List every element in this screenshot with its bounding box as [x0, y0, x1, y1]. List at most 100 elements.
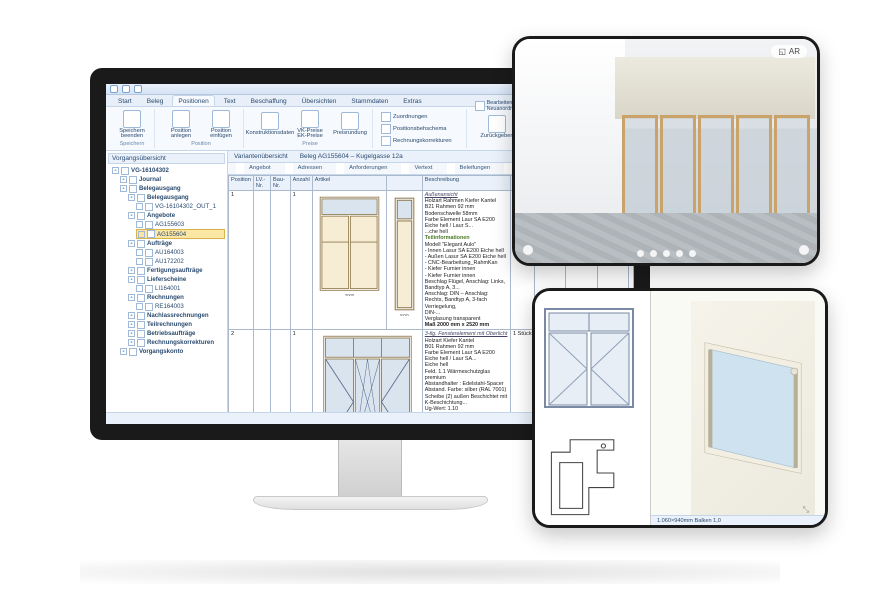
expand-icon[interactable] — [136, 221, 143, 228]
ribbon-tab-beschaffung[interactable]: Beschaffung — [245, 95, 293, 106]
cad-3d-panel[interactable]: ⤡ 1.060×940mm Balken 1,0 — [651, 291, 825, 525]
expand-icon[interactable]: - — [120, 348, 127, 355]
ribbon-tab-stammdaten[interactable]: Stammdaten — [345, 95, 394, 106]
tree-item[interactable]: - Rechnungen — [128, 293, 225, 302]
tree-item-label: Rechnungen — [147, 294, 184, 301]
expand-icon[interactable]: - — [112, 167, 119, 174]
cad-split: ⤡ 1.060×940mm Balken 1,0 — [535, 291, 825, 525]
expand-icon[interactable]: - — [128, 240, 135, 247]
expand-icon[interactable] — [136, 258, 143, 265]
konstruktionsdaten-button[interactable]: Konstruktionsdaten — [252, 112, 288, 137]
schema-icon — [381, 124, 391, 134]
tree-item[interactable]: RE164003 — [136, 302, 225, 311]
ribbon-tab-beleg[interactable]: Beleg — [141, 95, 170, 106]
qat-redo-icon[interactable] — [134, 85, 142, 93]
ribbon-tab-extras[interactable]: Extras — [397, 95, 427, 106]
tree-item[interactable]: -Rechnungskorrekturen — [128, 338, 225, 347]
tree-item[interactable]: -Journal — [120, 175, 225, 184]
zuordnungen-link[interactable]: Zuordnungen — [381, 112, 462, 122]
tree-item[interactable]: - Aufträge — [128, 239, 225, 248]
ar-photo[interactable]: ◱ AR — [515, 39, 817, 263]
tree-item-label: AG155603 — [155, 221, 184, 228]
doc-tab-vertext[interactable]: Vertext — [397, 163, 440, 174]
expand-icon[interactable]: - — [120, 185, 127, 192]
tree-item[interactable]: - Nachlassrechnungen — [128, 311, 225, 320]
drawing-preview: 2000 — [315, 192, 384, 296]
tree-item[interactable]: -Belegausgang — [128, 193, 225, 202]
expand-icon[interactable]: - — [128, 212, 135, 219]
column-header[interactable] — [386, 176, 422, 191]
preise-button[interactable]: VK-Preise EK-Preise — [292, 110, 328, 140]
tree-item[interactable]: AG155603 — [136, 220, 225, 229]
expand-icon[interactable]: - — [128, 321, 135, 328]
qat-undo-icon[interactable] — [122, 85, 130, 93]
return-icon — [488, 115, 506, 133]
expand-icon[interactable] — [136, 249, 143, 256]
ar-badge[interactable]: ◱ AR — [771, 45, 807, 58]
cad-2d-panel[interactable] — [535, 291, 651, 525]
expand-icon[interactable]: - — [128, 294, 135, 301]
expand-icon[interactable]: - — [128, 330, 135, 337]
expand-icon[interactable]: - — [128, 339, 135, 346]
column-header[interactable]: Artikel — [312, 176, 386, 191]
tree-item[interactable]: -Vorgangskonto — [120, 347, 225, 356]
cell-anzahl: 1 — [290, 330, 312, 412]
position-anlegen-button[interactable]: Position anlegen — [163, 110, 199, 140]
svg-text:2000: 2000 — [344, 293, 354, 295]
doc-title-left: Variantenübersicht — [234, 153, 288, 160]
doc-tab-beleifungen[interactable]: Beleifungen — [443, 163, 499, 174]
rechnungskorr-link[interactable]: Rechnungskorrekturen — [381, 136, 462, 146]
expand-icon[interactable]: - — [128, 267, 135, 274]
tree-item[interactable]: AU164003 — [136, 248, 225, 257]
column-header[interactable]: Bau-Nr. — [271, 176, 291, 191]
column-header[interactable]: Anzahl — [290, 176, 312, 191]
tree-item[interactable]: -Teilrechnungen — [128, 320, 225, 329]
ribbon-tab-positionen[interactable]: Positionen — [172, 95, 214, 106]
preisrundung-button[interactable]: Preisrundung — [332, 112, 368, 137]
edit-icon — [475, 101, 485, 111]
expand-icon[interactable] — [138, 231, 145, 238]
page-indicator[interactable] — [515, 250, 817, 257]
save-close-button[interactable]: Speichern beenden — [114, 110, 150, 140]
tree-item[interactable]: AU172202 — [136, 257, 225, 266]
expand-icon[interactable] — [136, 203, 143, 210]
position-einfuegen-button[interactable]: Position einfügen — [203, 110, 239, 140]
tree-item[interactable]: -Belegausgang — [120, 184, 225, 193]
folder-icon — [145, 285, 153, 293]
ribbon-tab-start[interactable]: Start — [112, 95, 138, 106]
tree-item-label: Aufträge — [147, 240, 172, 247]
euro-icon — [301, 110, 319, 128]
tree-item[interactable]: -VG-16104302 — [112, 166, 225, 175]
navigation-tree[interactable]: Vorgangsübersicht -VG-16104302-Journal-B… — [106, 151, 228, 412]
tree-item[interactable]: -Fertigungsaufträge — [128, 266, 225, 275]
tree-item[interactable]: -Angebote — [128, 211, 225, 220]
column-header[interactable]: Beschreibung — [422, 176, 510, 191]
column-header[interactable]: Position — [229, 176, 254, 191]
tree-item[interactable]: -Lieferscheine — [128, 275, 225, 284]
tree-item-label: LI164001 — [155, 285, 180, 292]
folder-icon — [121, 167, 129, 175]
column-header[interactable]: LV.-Nr. — [253, 176, 270, 191]
expand-icon[interactable] — [136, 303, 143, 310]
expand-icon[interactable]: - — [128, 276, 135, 283]
folder-icon — [145, 203, 153, 211]
folder-icon — [137, 212, 145, 220]
tree-item[interactable]: AG155604 — [136, 229, 225, 239]
qat-save-icon[interactable] — [110, 85, 118, 93]
expand-icon[interactable]: - — [128, 194, 135, 201]
tree-item-label: Nachlassrechnungen — [147, 312, 209, 319]
expand-icon[interactable]: - — [120, 176, 127, 183]
doc-tab-anforderungen[interactable]: Anforderungen — [332, 163, 395, 174]
tree-item[interactable]: VG-16104302_OUT_1 — [136, 202, 225, 211]
ribbon-tab-übersichten[interactable]: Übersichten — [296, 95, 343, 106]
folder-icon — [145, 303, 153, 311]
doc-tab-adressen[interactable]: Adressen — [281, 163, 331, 174]
ribbon-group-position: Position anlegen Position einfügen Posit… — [159, 109, 244, 148]
tree-item[interactable]: LI164001 — [136, 284, 225, 293]
expand-icon[interactable]: - — [128, 312, 135, 319]
positionschema-link[interactable]: Positionsbehschema — [381, 124, 462, 134]
expand-icon[interactable] — [136, 285, 143, 292]
ribbon-tab-text[interactable]: Text — [218, 95, 242, 106]
tree-item[interactable]: -Betriebsaufträge — [128, 329, 225, 338]
doc-tab-angebot[interactable]: Angebot — [232, 163, 279, 174]
